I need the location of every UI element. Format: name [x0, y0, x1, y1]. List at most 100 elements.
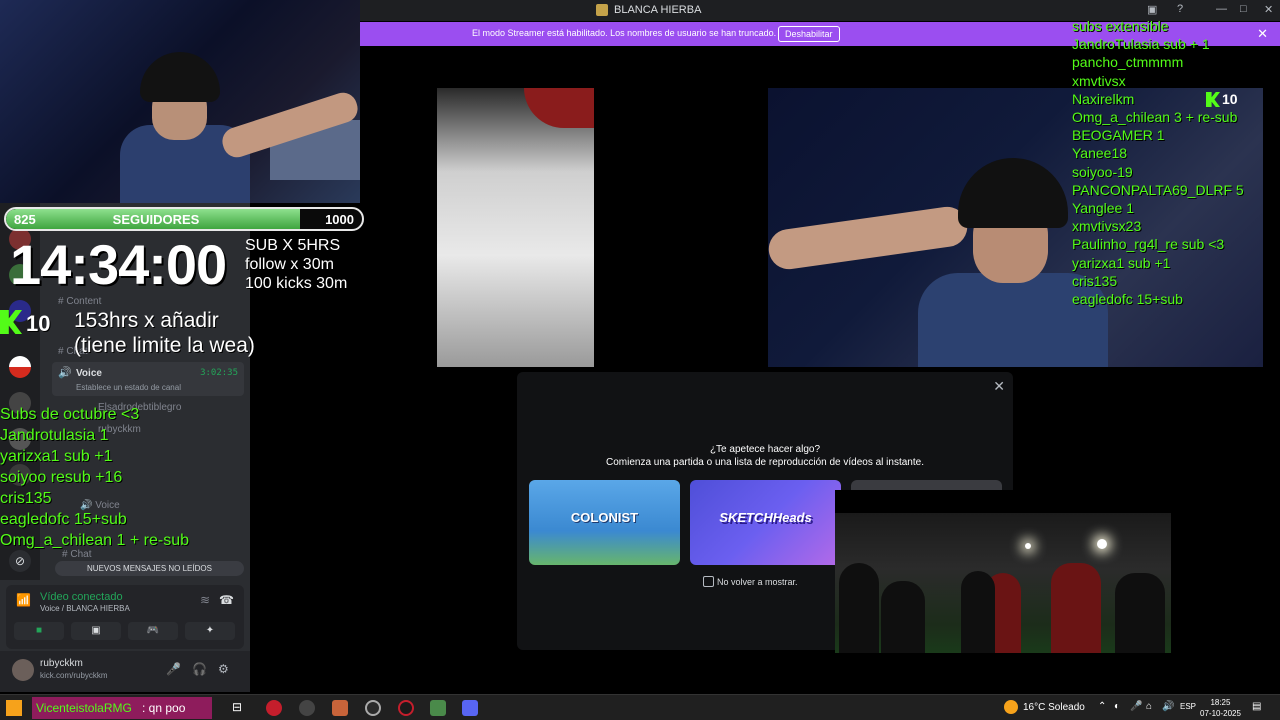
maximize-icon[interactable]: □: [1240, 3, 1247, 15]
party-video-overlay: [835, 513, 1171, 653]
sub-rule: 100 kicks 30m: [245, 275, 348, 292]
chat-line: subs extensible: [1072, 18, 1169, 34]
disconnect-icon[interactable]: ☎: [219, 593, 234, 607]
webcam-overlay: [0, 0, 360, 203]
taskbar-widget-icon[interactable]: [6, 700, 22, 716]
ticker-message: : qn poo: [142, 701, 186, 715]
video-tile[interactable]: [437, 88, 594, 367]
help-icon[interactable]: ?: [1177, 3, 1183, 15]
video-person: [961, 571, 995, 653]
video-person: [839, 563, 879, 653]
clock-time: 18:25: [1210, 698, 1231, 707]
video-person: [1115, 573, 1165, 653]
sub-rules: SUB X 5HRS follow x 30m 100 kicks 30m: [245, 236, 347, 293]
subs-list-item: eagledofc 15+sub: [0, 511, 127, 528]
clock-date: 07-10-2025: [1200, 709, 1241, 718]
chat-ticker: VicenteistolaRMG : qn poo: [32, 697, 212, 719]
microphone-icon[interactable]: 🎤: [1130, 701, 1142, 712]
dont-show-checkbox[interactable]: [703, 576, 714, 587]
video-cap: [958, 158, 1068, 228]
notification-icon[interactable]: ▤: [1252, 701, 1261, 712]
followers-label: SEGUIDORES: [112, 212, 200, 227]
task-view-icon[interactable]: ⊟: [232, 700, 248, 716]
clock[interactable]: 18:25 07-10-2025: [1200, 697, 1241, 719]
voice-connected-panel: 📶 Vídeo conectado Voice / BLANCA HIERBA …: [6, 585, 244, 649]
app-icon[interactable]: [332, 700, 348, 716]
volume-icon[interactable]: 🔊: [1162, 701, 1174, 712]
screen-share-button[interactable]: ▣: [71, 622, 121, 640]
streamer-mode-message: El modo Streamer está habilitado. Los no…: [472, 28, 777, 38]
kick-count: 10: [26, 311, 51, 336]
voice-connected-title[interactable]: Vídeo conectado: [40, 591, 123, 603]
subs-list: Subs de octubre <3 Jandrotulasia 1 yariz…: [0, 404, 189, 551]
headphones-icon[interactable]: 🎧: [192, 662, 207, 676]
discord-icon[interactable]: [462, 700, 478, 716]
noise-suppression-icon[interactable]: ≋: [200, 593, 210, 607]
taskbar: VicenteistolaRMG : qn poo ⊟ 16°C Soleado…: [0, 694, 1280, 720]
inbox-icon[interactable]: ▣: [1147, 3, 1157, 16]
activity-button[interactable]: 🎮: [128, 622, 178, 640]
voice-channel-name: Voice: [76, 368, 102, 379]
soundboard-button[interactable]: ✦: [185, 622, 235, 640]
username[interactable]: rubyckkm: [40, 658, 83, 669]
subs-list-item: Subs de octubre <3: [0, 406, 140, 423]
network-icon[interactable]: ⌂: [1146, 701, 1152, 712]
voice-connected-location[interactable]: Voice / BLANCA HIERBA: [40, 604, 130, 613]
chat-line: yarizxa1 sub +1: [1072, 254, 1171, 271]
close-icon[interactable]: ✕: [1264, 3, 1273, 16]
subs-list-item: Omg_a_chilean 1 + re-sub: [0, 532, 189, 549]
voice-channel-status[interactable]: Establece un estado de canal: [76, 383, 181, 392]
chat-line: Omg_a_chilean 3 + re-sub: [1072, 109, 1238, 126]
chat-line: cris135: [1072, 272, 1118, 289]
obs-icon[interactable]: [365, 700, 381, 716]
microphone-icon[interactable]: 🎤: [166, 662, 181, 676]
language-indicator[interactable]: ESP: [1180, 702, 1196, 711]
hash-icon: #: [58, 346, 64, 357]
minimize-icon[interactable]: —: [1216, 3, 1227, 15]
chile-flag-icon[interactable]: [9, 356, 31, 378]
avatar[interactable]: [12, 659, 34, 681]
video-object: [524, 88, 594, 128]
close-icon[interactable]: ✕: [993, 378, 1005, 395]
hours-line: (tiene limite la wea): [74, 334, 255, 357]
dont-show-again[interactable]: No volver a mostrar.: [703, 576, 798, 587]
opera-icon[interactable]: [266, 700, 282, 716]
chat-line: Paulinho_rg4l_re sub <3: [1072, 236, 1225, 253]
chat-line: soiyoo-19: [1072, 163, 1133, 180]
tray-app-icon[interactable]: ◐: [1114, 701, 1120, 712]
chat-line: BEOGAMER 1: [1072, 127, 1165, 144]
new-messages-banner[interactable]: NUEVOS MENSAJES NO LEÍDOS: [55, 561, 244, 576]
weather-text[interactable]: 16°C Soleado: [1023, 702, 1085, 713]
camera-button[interactable]: ■: [14, 622, 64, 640]
voice-channel-time: 3:02:35: [200, 368, 238, 378]
chat-line: eagledofc 15+sub: [1072, 291, 1183, 308]
subs-list-item: soiyoo resub +16: [0, 469, 123, 486]
weather-icon: [1004, 700, 1018, 714]
voice-channel-active[interactable]: 🔊 Voice 3:02:35 Establece un estado de c…: [52, 362, 244, 396]
chat-line: xmvtivsx: [1072, 72, 1126, 89]
chevron-up-icon[interactable]: ⌃: [1098, 701, 1106, 712]
followers-goal: 1000: [325, 212, 354, 227]
video-light: [1097, 539, 1107, 549]
sketchheads-activity-card[interactable]: SKETCHHeads: [690, 480, 841, 565]
sub-rule: follow x 30m: [245, 256, 334, 273]
video-light: [1025, 543, 1031, 549]
hours-text: 153hrs x añadir (tiene limite la wea): [74, 308, 255, 358]
close-banner-icon[interactable]: ✕: [1257, 26, 1268, 42]
window-title: BLANCA HIERBA: [614, 4, 702, 16]
sub-rule: SUB X 5HRS: [245, 237, 341, 254]
signal-icon[interactable]: 📶: [16, 593, 31, 607]
store-icon[interactable]: [430, 700, 446, 716]
subs-list-item: yarizxa1 sub +1: [0, 448, 113, 465]
party-video-bar: [835, 490, 1171, 513]
gear-icon[interactable]: ⚙: [218, 662, 229, 676]
explore-icon[interactable]: ⊘: [9, 550, 31, 572]
app-icon[interactable]: [398, 700, 414, 716]
server-app-icon: [596, 4, 608, 16]
channel-content[interactable]: # Content: [58, 296, 101, 307]
dont-show-label: No volver a mostrar.: [717, 577, 798, 587]
colonist-activity-card[interactable]: COLONIST: [529, 480, 680, 565]
disable-streamer-button[interactable]: Deshabilitar: [778, 26, 840, 42]
user-status: kick.com/rubyckkm: [40, 671, 108, 680]
app-icon[interactable]: [299, 700, 315, 716]
